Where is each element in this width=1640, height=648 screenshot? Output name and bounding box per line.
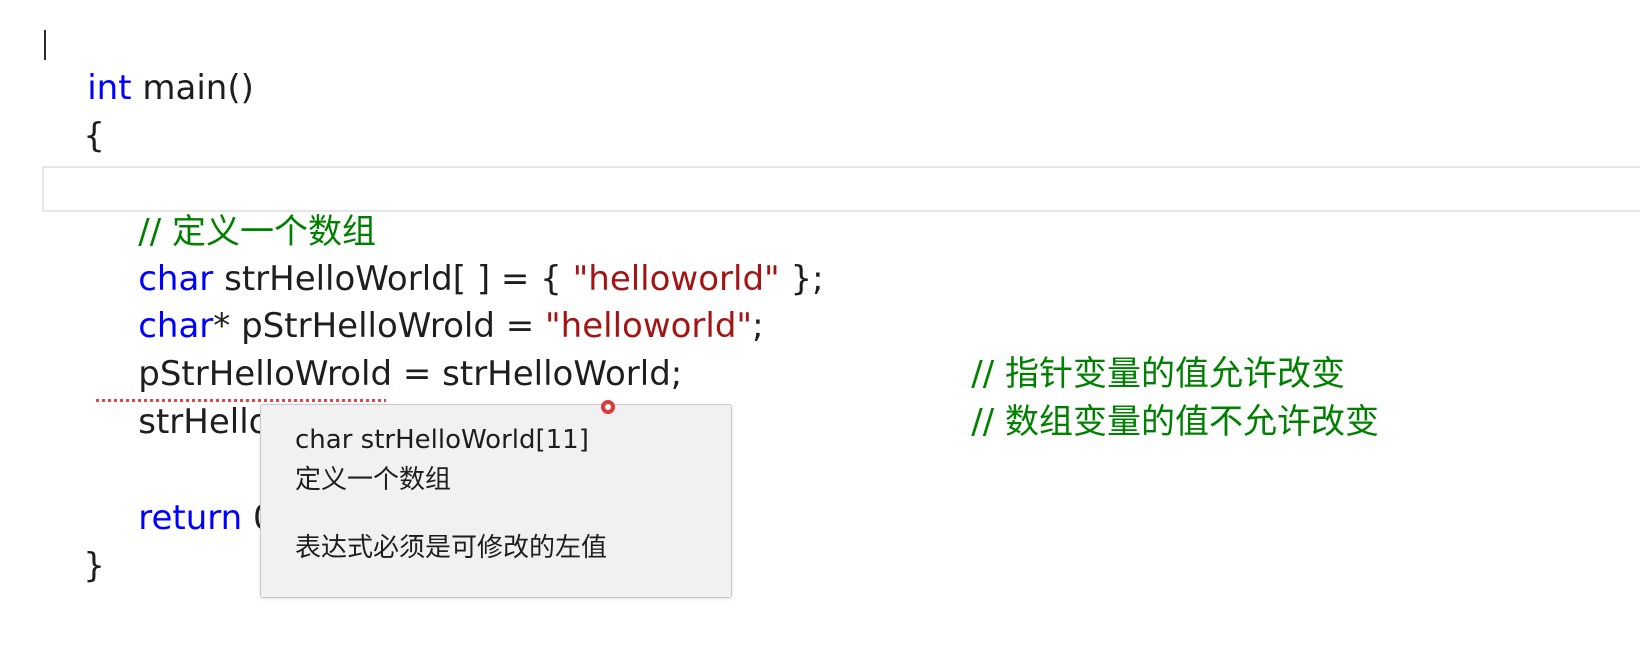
tooltip-error-message: 表达式必须是可修改的左值	[295, 533, 608, 563]
code-line-1[interactable]: int main()	[44, 22, 254, 108]
code-line-4[interactable]: // 定义一个数组	[95, 166, 376, 252]
tooltip-description: 定义一个数组	[295, 465, 452, 495]
hover-tooltip: char strHelloWorld[11] 定义一个数组 表达式必须是可修改的…	[260, 404, 732, 598]
code-line-5[interactable]: char strHelloWorld[ ] = { "helloworld" }…	[95, 213, 823, 299]
statement-end: };	[779, 259, 824, 299]
error-squiggle[interactable]	[96, 399, 386, 402]
keyword-return: return	[138, 498, 243, 538]
close-brace: }	[83, 546, 105, 586]
function-signature: main()	[131, 68, 254, 108]
code-line-10[interactable]: return 0	[95, 452, 274, 538]
mouse-cursor-icon	[601, 400, 615, 414]
code-line-7[interactable]: pStrHelloWrold = strHelloWorld;	[95, 308, 682, 394]
code-line-6[interactable]: char* pStrHelloWrold = "helloworld";	[95, 260, 763, 346]
code-line-11[interactable]: }	[40, 500, 105, 586]
code-line-2[interactable]: {	[40, 70, 105, 156]
code-line-7-comment: // 指针变量的值允许改变	[928, 308, 1345, 394]
code-line-8[interactable]: strHelloWorld = pStrHelloWrold;	[95, 356, 682, 442]
open-brace: {	[83, 116, 105, 156]
comment-array-immutable: // 数组变量的值不允许改变	[971, 402, 1379, 442]
code-line-8-comment: // 数组变量的值不允许改变	[928, 356, 1379, 442]
tooltip-signature: char strHelloWorld[11]	[295, 425, 589, 455]
code-editor[interactable]: int main() { // 定义一个数组 char strHelloWorl…	[0, 0, 1640, 648]
statement-end: ;	[752, 306, 764, 346]
